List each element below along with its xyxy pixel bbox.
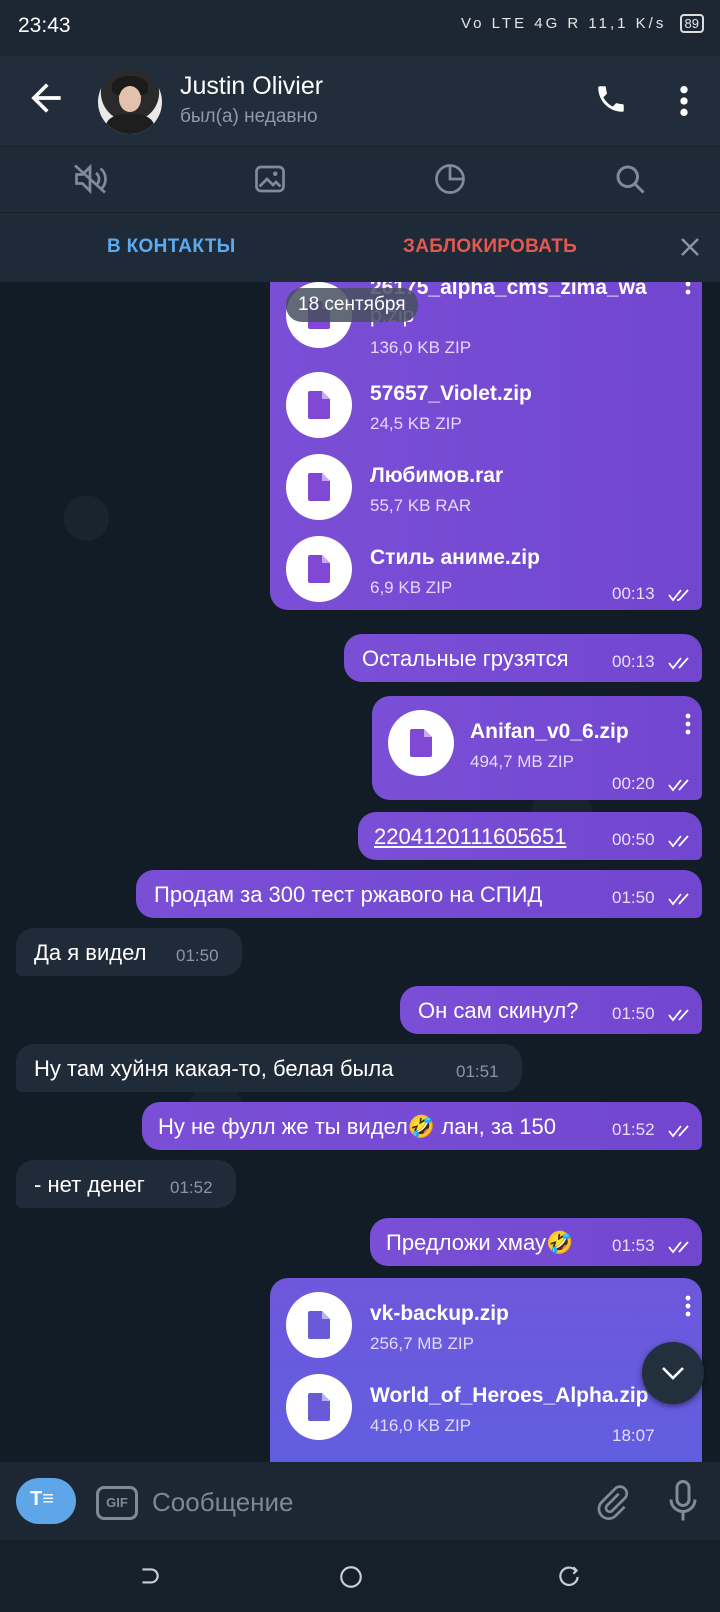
message-text: Да я видел xyxy=(34,940,147,965)
file-size: 24,5 KB ZIP xyxy=(370,414,462,433)
message-time: 01:51 xyxy=(456,1062,499,1081)
block-button[interactable]: ЗАБЛОКИРОВАТЬ xyxy=(403,236,577,258)
read-ticks-icon xyxy=(668,1009,689,1022)
scroll-down-button[interactable] xyxy=(642,1342,704,1404)
read-ticks-icon xyxy=(668,893,689,906)
mute-icon[interactable] xyxy=(72,161,108,197)
file-icon[interactable] xyxy=(286,1292,352,1358)
file-icon[interactable] xyxy=(286,1374,352,1440)
system-navigation-bar xyxy=(0,1540,720,1612)
back-nav-icon[interactable] xyxy=(136,1564,162,1590)
message-file: Anifan_v0_6.zip 494,7 MB ZIP 00:20 xyxy=(372,696,702,800)
message-time: 00:20 xyxy=(612,774,655,793)
text-format-button[interactable]: T≡ xyxy=(16,1478,76,1524)
message-text: Продам за 300 тест ржавого на СПИД xyxy=(154,882,543,907)
file-icon[interactable] xyxy=(388,710,454,776)
message-text: Он сам скинул? xyxy=(418,998,579,1023)
chevron-down-icon xyxy=(662,1367,684,1380)
file-name[interactable]: 57657_Violet.zip xyxy=(370,382,532,406)
battery-icon: 89 xyxy=(679,14,704,33)
message-text: Ну не фулл же ты видел🤣 лан, за 150 xyxy=(158,1114,556,1139)
gif-button[interactable]: GIF xyxy=(96,1486,138,1520)
file-size: 494,7 MB ZIP xyxy=(470,752,574,771)
message-text: - нет денег xyxy=(34,1172,145,1197)
message-time: 01:52 xyxy=(612,1120,655,1139)
message-text: Остальные грузятся xyxy=(362,646,569,671)
media-icon[interactable] xyxy=(252,161,288,197)
message-bubble: Предложи хмау🤣 01:53 xyxy=(370,1218,702,1266)
file-menu-icon[interactable] xyxy=(684,282,692,296)
message-bubble: Продам за 300 тест ржавого на СПИД 01:50 xyxy=(136,870,702,918)
message-time: 01:50 xyxy=(612,1004,655,1023)
chat-messages-area[interactable]: 26175_alpha_cms_zima_wa p.zip 136,0 KB Z… xyxy=(0,282,720,1462)
contact-name[interactable]: Justin Olivier xyxy=(180,72,323,101)
file-size: 416,0 KB ZIP xyxy=(370,1416,472,1435)
avatar[interactable] xyxy=(98,70,162,134)
message-bubble: Остальные грузятся 00:13 xyxy=(344,634,702,682)
file-menu-icon[interactable] xyxy=(684,1294,692,1318)
file-icon[interactable] xyxy=(286,372,352,438)
add-contact-button[interactable]: В КОНТАКТЫ xyxy=(107,236,236,258)
message-time: 01:52 xyxy=(170,1178,213,1197)
message-input-bar: T≡ GIF xyxy=(0,1462,720,1540)
attach-icon[interactable] xyxy=(594,1482,630,1522)
last-seen-status: был(а) недавно xyxy=(180,106,318,127)
read-ticks-icon xyxy=(668,1241,689,1254)
read-ticks-icon xyxy=(668,657,689,670)
file-name[interactable]: Anifan_v0_6.zip xyxy=(470,720,629,744)
recents-nav-icon[interactable] xyxy=(556,1564,582,1590)
message-files: 26175_alpha_cms_zima_wa p.zip 136,0 KB Z… xyxy=(270,282,702,610)
back-arrow-icon[interactable] xyxy=(24,76,68,120)
message-files: vk-backup.zip 256,7 MB ZIP World_of_Hero… xyxy=(270,1278,702,1462)
phone-icon[interactable] xyxy=(594,82,628,116)
contact-actions-bar: В КОНТАКТЫ ЗАБЛОКИРОВАТЬ xyxy=(0,212,720,283)
message-bubble: Ну не фулл же ты видел🤣 лан, за 150 01:5… xyxy=(142,1102,702,1150)
file-menu-icon[interactable] xyxy=(684,712,692,736)
message-time: 00:13 xyxy=(612,584,655,603)
status-time: 23:43 xyxy=(18,14,71,37)
message-time: 00:13 xyxy=(612,652,655,671)
file-name[interactable]: Стиль аниме.zip xyxy=(370,546,540,570)
message-link[interactable]: 2204120111605651 xyxy=(374,824,567,850)
message-text: Ну там хуйня какая-то, белая была xyxy=(34,1056,394,1081)
statistics-icon[interactable] xyxy=(432,161,468,197)
file-icon[interactable] xyxy=(286,536,352,602)
file-name[interactable]: World_of_Heroes_Alpha.zip xyxy=(370,1384,649,1408)
file-name[interactable]: Любимов.rar xyxy=(370,464,503,488)
read-ticks-icon xyxy=(668,589,689,602)
message-time: 01:50 xyxy=(176,946,219,965)
date-chip: 18 сентября xyxy=(286,288,418,322)
message-time: 18:07 xyxy=(612,1426,655,1445)
read-ticks-icon xyxy=(668,1125,689,1138)
chat-header: Justin Olivier был(а) недавно xyxy=(0,56,720,146)
status-bar: 23:43 Vo LTE 4G R 11,1 K/s 89 xyxy=(0,0,720,56)
message-bubble-incoming: Ну там хуйня какая-то, белая была 01:51 xyxy=(16,1044,522,1092)
message-text: Предложи хмау🤣 xyxy=(386,1230,574,1255)
read-ticks-icon xyxy=(668,779,689,792)
message-input[interactable] xyxy=(150,1482,554,1522)
message-bubble: 2204120111605651 00:50 xyxy=(358,812,702,860)
file-name[interactable]: vk-backup.zip xyxy=(370,1302,509,1326)
file-size: 136,0 KB ZIP xyxy=(370,338,472,357)
chat-toolbar xyxy=(0,146,720,213)
text-format-icon: T≡ xyxy=(30,1488,54,1510)
message-time: 01:50 xyxy=(612,888,655,907)
signal-indicators: Vo LTE 4G R 11,1 K/s xyxy=(461,15,667,32)
read-ticks-icon xyxy=(668,835,689,848)
home-nav-icon[interactable] xyxy=(338,1564,364,1590)
message-bubble-incoming: - нет денег 01:52 xyxy=(16,1160,236,1208)
microphone-icon[interactable] xyxy=(668,1480,698,1522)
message-bubble: Он сам скинул? 01:50 xyxy=(400,986,702,1034)
file-size: 6,9 KB ZIP xyxy=(370,578,453,597)
file-size: 55,7 KB RAR xyxy=(370,496,472,515)
message-bubble-incoming: Да я видел 01:50 xyxy=(16,928,242,976)
file-icon[interactable] xyxy=(286,454,352,520)
message-time: 01:53 xyxy=(612,1236,655,1255)
file-size: 256,7 MB ZIP xyxy=(370,1334,474,1353)
more-vertical-icon[interactable] xyxy=(674,84,694,118)
search-icon[interactable] xyxy=(612,161,648,197)
status-indicators: Vo LTE 4G R 11,1 K/s 89 xyxy=(461,14,704,33)
message-time: 00:50 xyxy=(612,830,655,849)
close-icon[interactable] xyxy=(678,235,702,259)
